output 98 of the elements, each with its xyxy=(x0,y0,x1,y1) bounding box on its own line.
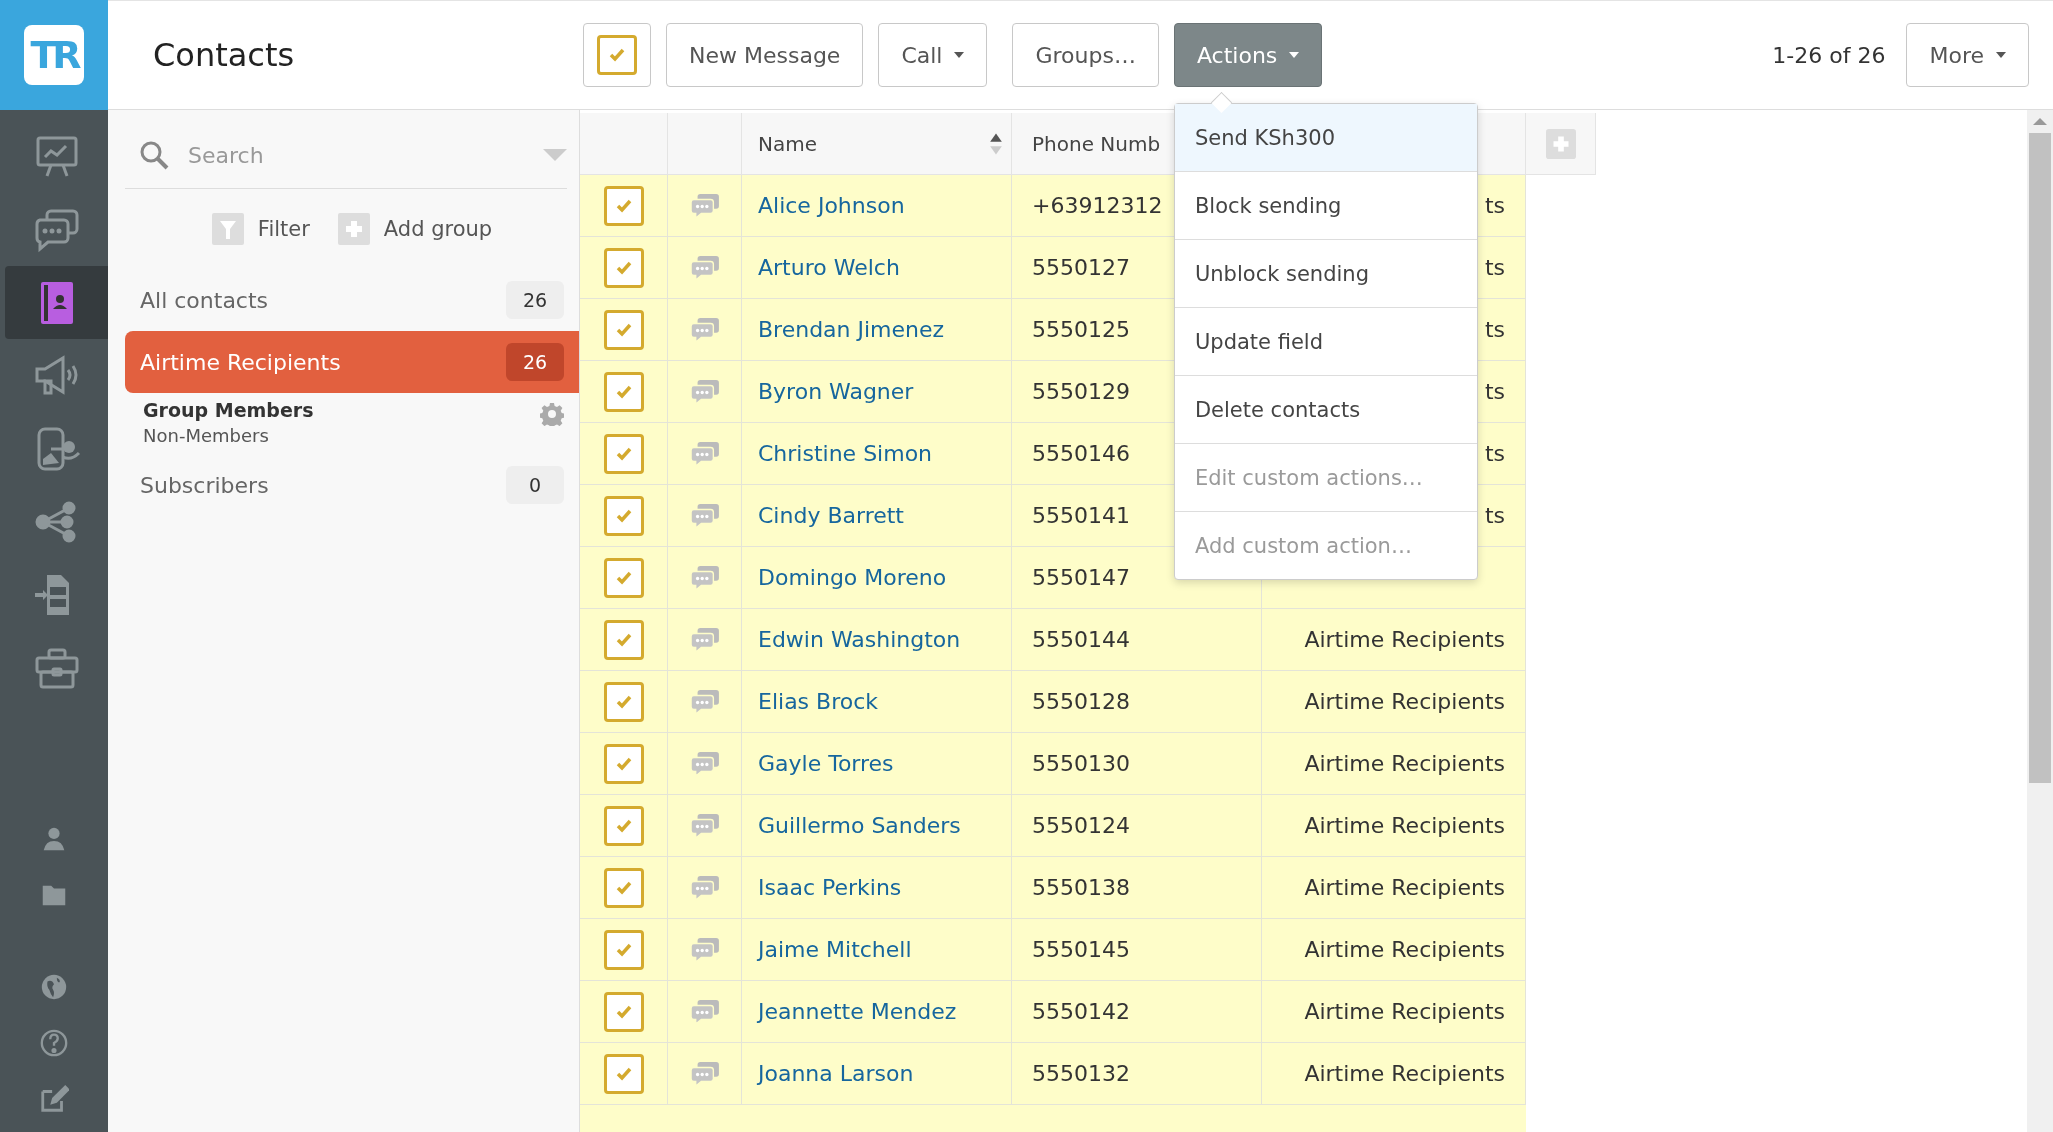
row-checkbox[interactable] xyxy=(603,743,644,784)
count-badge: 26 xyxy=(506,343,564,381)
phone-number: +63912312 xyxy=(1032,193,1163,218)
chat-bubbles-icon[interactable] xyxy=(689,440,720,467)
help-icon[interactable] xyxy=(39,1028,69,1058)
search-icon xyxy=(138,139,170,171)
group-item[interactable]: Subscribers 0 xyxy=(125,454,579,516)
group-name: Airtime Recipients xyxy=(1304,813,1505,838)
row-checkbox[interactable] xyxy=(603,867,644,908)
non-members-link[interactable]: Non-Members xyxy=(143,425,314,446)
globe-icon[interactable] xyxy=(39,972,69,1002)
funnel-icon xyxy=(211,213,244,245)
group-name: Airtime Recipients xyxy=(1304,937,1505,962)
phone-number: 5550138 xyxy=(1032,875,1130,900)
group-members-link[interactable]: Group Members xyxy=(143,399,314,421)
group-name: ts xyxy=(1484,193,1505,218)
group-name: ts xyxy=(1484,441,1505,466)
page-title: Contacts xyxy=(153,36,296,74)
chat-bubbles-icon[interactable] xyxy=(689,626,720,653)
select-all-checkbox[interactable] xyxy=(597,35,637,75)
phone-number: 5550125 xyxy=(1032,317,1130,342)
chat-bubbles-icon[interactable] xyxy=(689,192,720,219)
search-field[interactable]: Search xyxy=(186,141,543,169)
scrollbar-thumb[interactable] xyxy=(2029,133,2051,783)
chat-bubbles-icon[interactable] xyxy=(689,254,720,281)
row-checkbox[interactable] xyxy=(603,247,644,288)
phone-number: 5550147 xyxy=(1032,565,1130,590)
more-button[interactable]: More xyxy=(1906,23,2029,87)
toolbar-button[interactable]: New Message xyxy=(666,23,864,87)
chat-bubbles-icon[interactable] xyxy=(689,378,720,405)
edit-icon[interactable] xyxy=(39,1084,69,1114)
phone-number: 5550129 xyxy=(1032,379,1130,404)
chat-bubbles-icon[interactable] xyxy=(689,874,720,901)
group-name: Airtime Recipients xyxy=(1304,689,1505,714)
count-badge: 0 xyxy=(506,466,564,504)
group-name: Airtime Recipients xyxy=(1304,627,1505,652)
add-column-icon[interactable] xyxy=(1545,128,1576,159)
count-badge: 26 xyxy=(506,281,564,319)
group-name: Airtime Recipients xyxy=(1304,1061,1505,1086)
chat-bubbles-icon[interactable] xyxy=(689,936,720,963)
phone-number: 5550142 xyxy=(1032,999,1130,1024)
phone-number: 5550146 xyxy=(1032,441,1130,466)
chat-bubbles-icon[interactable] xyxy=(689,502,720,529)
row-checkbox[interactable] xyxy=(603,371,644,412)
group-name: ts xyxy=(1484,317,1505,342)
group-item[interactable]: All contacts 26 xyxy=(125,269,579,331)
name-column-header[interactable]: Name xyxy=(742,113,1012,175)
chat-bubbles-icon[interactable] xyxy=(689,564,720,591)
scrollbar[interactable] xyxy=(2027,110,2053,1132)
menu-item[interactable]: Send KSh300 xyxy=(1174,104,1477,172)
row-checkbox[interactable] xyxy=(603,929,644,970)
plus-icon xyxy=(337,213,370,245)
filter-button[interactable]: Filter xyxy=(211,213,310,245)
phone-number: 5550145 xyxy=(1032,937,1130,962)
row-checkbox[interactable] xyxy=(603,495,644,536)
phone-number: 5550132 xyxy=(1032,1061,1130,1086)
toolbar-button[interactable]: Call xyxy=(878,23,988,87)
scroll-up-icon[interactable] xyxy=(2033,118,2047,125)
phone-number: 5550130 xyxy=(1032,751,1130,776)
contact-name-link[interactable]: Elias Brock xyxy=(758,689,878,714)
chat-bubbles-icon[interactable] xyxy=(689,812,720,839)
chat-bubbles-icon[interactable] xyxy=(689,1060,720,1087)
toolbar-button[interactable]: Actions xyxy=(1173,23,1323,87)
nav-button[interactable] xyxy=(5,266,108,339)
row-checkbox[interactable] xyxy=(603,309,644,350)
row-checkbox[interactable] xyxy=(603,185,644,226)
group-name: ts xyxy=(1484,255,1505,280)
phone-number: 5550128 xyxy=(1032,689,1130,714)
chat-bubbles-icon[interactable] xyxy=(689,688,720,715)
group-name: ts xyxy=(1484,379,1505,404)
phone-number: 5550124 xyxy=(1032,813,1130,838)
row-checkbox[interactable] xyxy=(603,991,644,1032)
group-name: Airtime Recipients xyxy=(1304,751,1505,776)
add-group-button[interactable]: Add group xyxy=(337,213,493,245)
row-checkbox[interactable] xyxy=(603,433,644,474)
settings-icon[interactable] xyxy=(540,402,564,426)
row-checkbox[interactable] xyxy=(603,557,644,598)
row-checkbox[interactable] xyxy=(603,681,644,722)
group-name: Airtime Recipients xyxy=(1304,999,1505,1024)
chat-bubbles-icon[interactable] xyxy=(689,750,720,777)
select-all-button[interactable] xyxy=(583,23,651,87)
phone-number: 5550127 xyxy=(1032,255,1130,280)
toolbar-button[interactable]: Groups… xyxy=(1012,23,1159,87)
group-name: Airtime Recipients xyxy=(140,349,341,375)
phone-number: 5550141 xyxy=(1032,503,1130,528)
row-checkbox[interactable] xyxy=(603,805,644,846)
group-item[interactable]: Airtime Recipients 26 xyxy=(125,331,579,393)
page-range: 1-26 of 26 xyxy=(1772,42,1886,68)
chat-bubbles-icon[interactable] xyxy=(689,998,720,1025)
group-name: ts xyxy=(1484,503,1505,528)
dropdown-caret-icon[interactable] xyxy=(543,149,567,161)
group-name: All contacts xyxy=(140,287,269,313)
chat-bubbles-icon[interactable] xyxy=(689,316,720,343)
group-name: Subscribers xyxy=(140,472,269,498)
row-checkbox[interactable] xyxy=(603,1053,644,1094)
phone-number: 5550144 xyxy=(1032,627,1130,652)
row-checkbox[interactable] xyxy=(603,619,644,660)
group-name: Airtime Recipients xyxy=(1304,875,1505,900)
